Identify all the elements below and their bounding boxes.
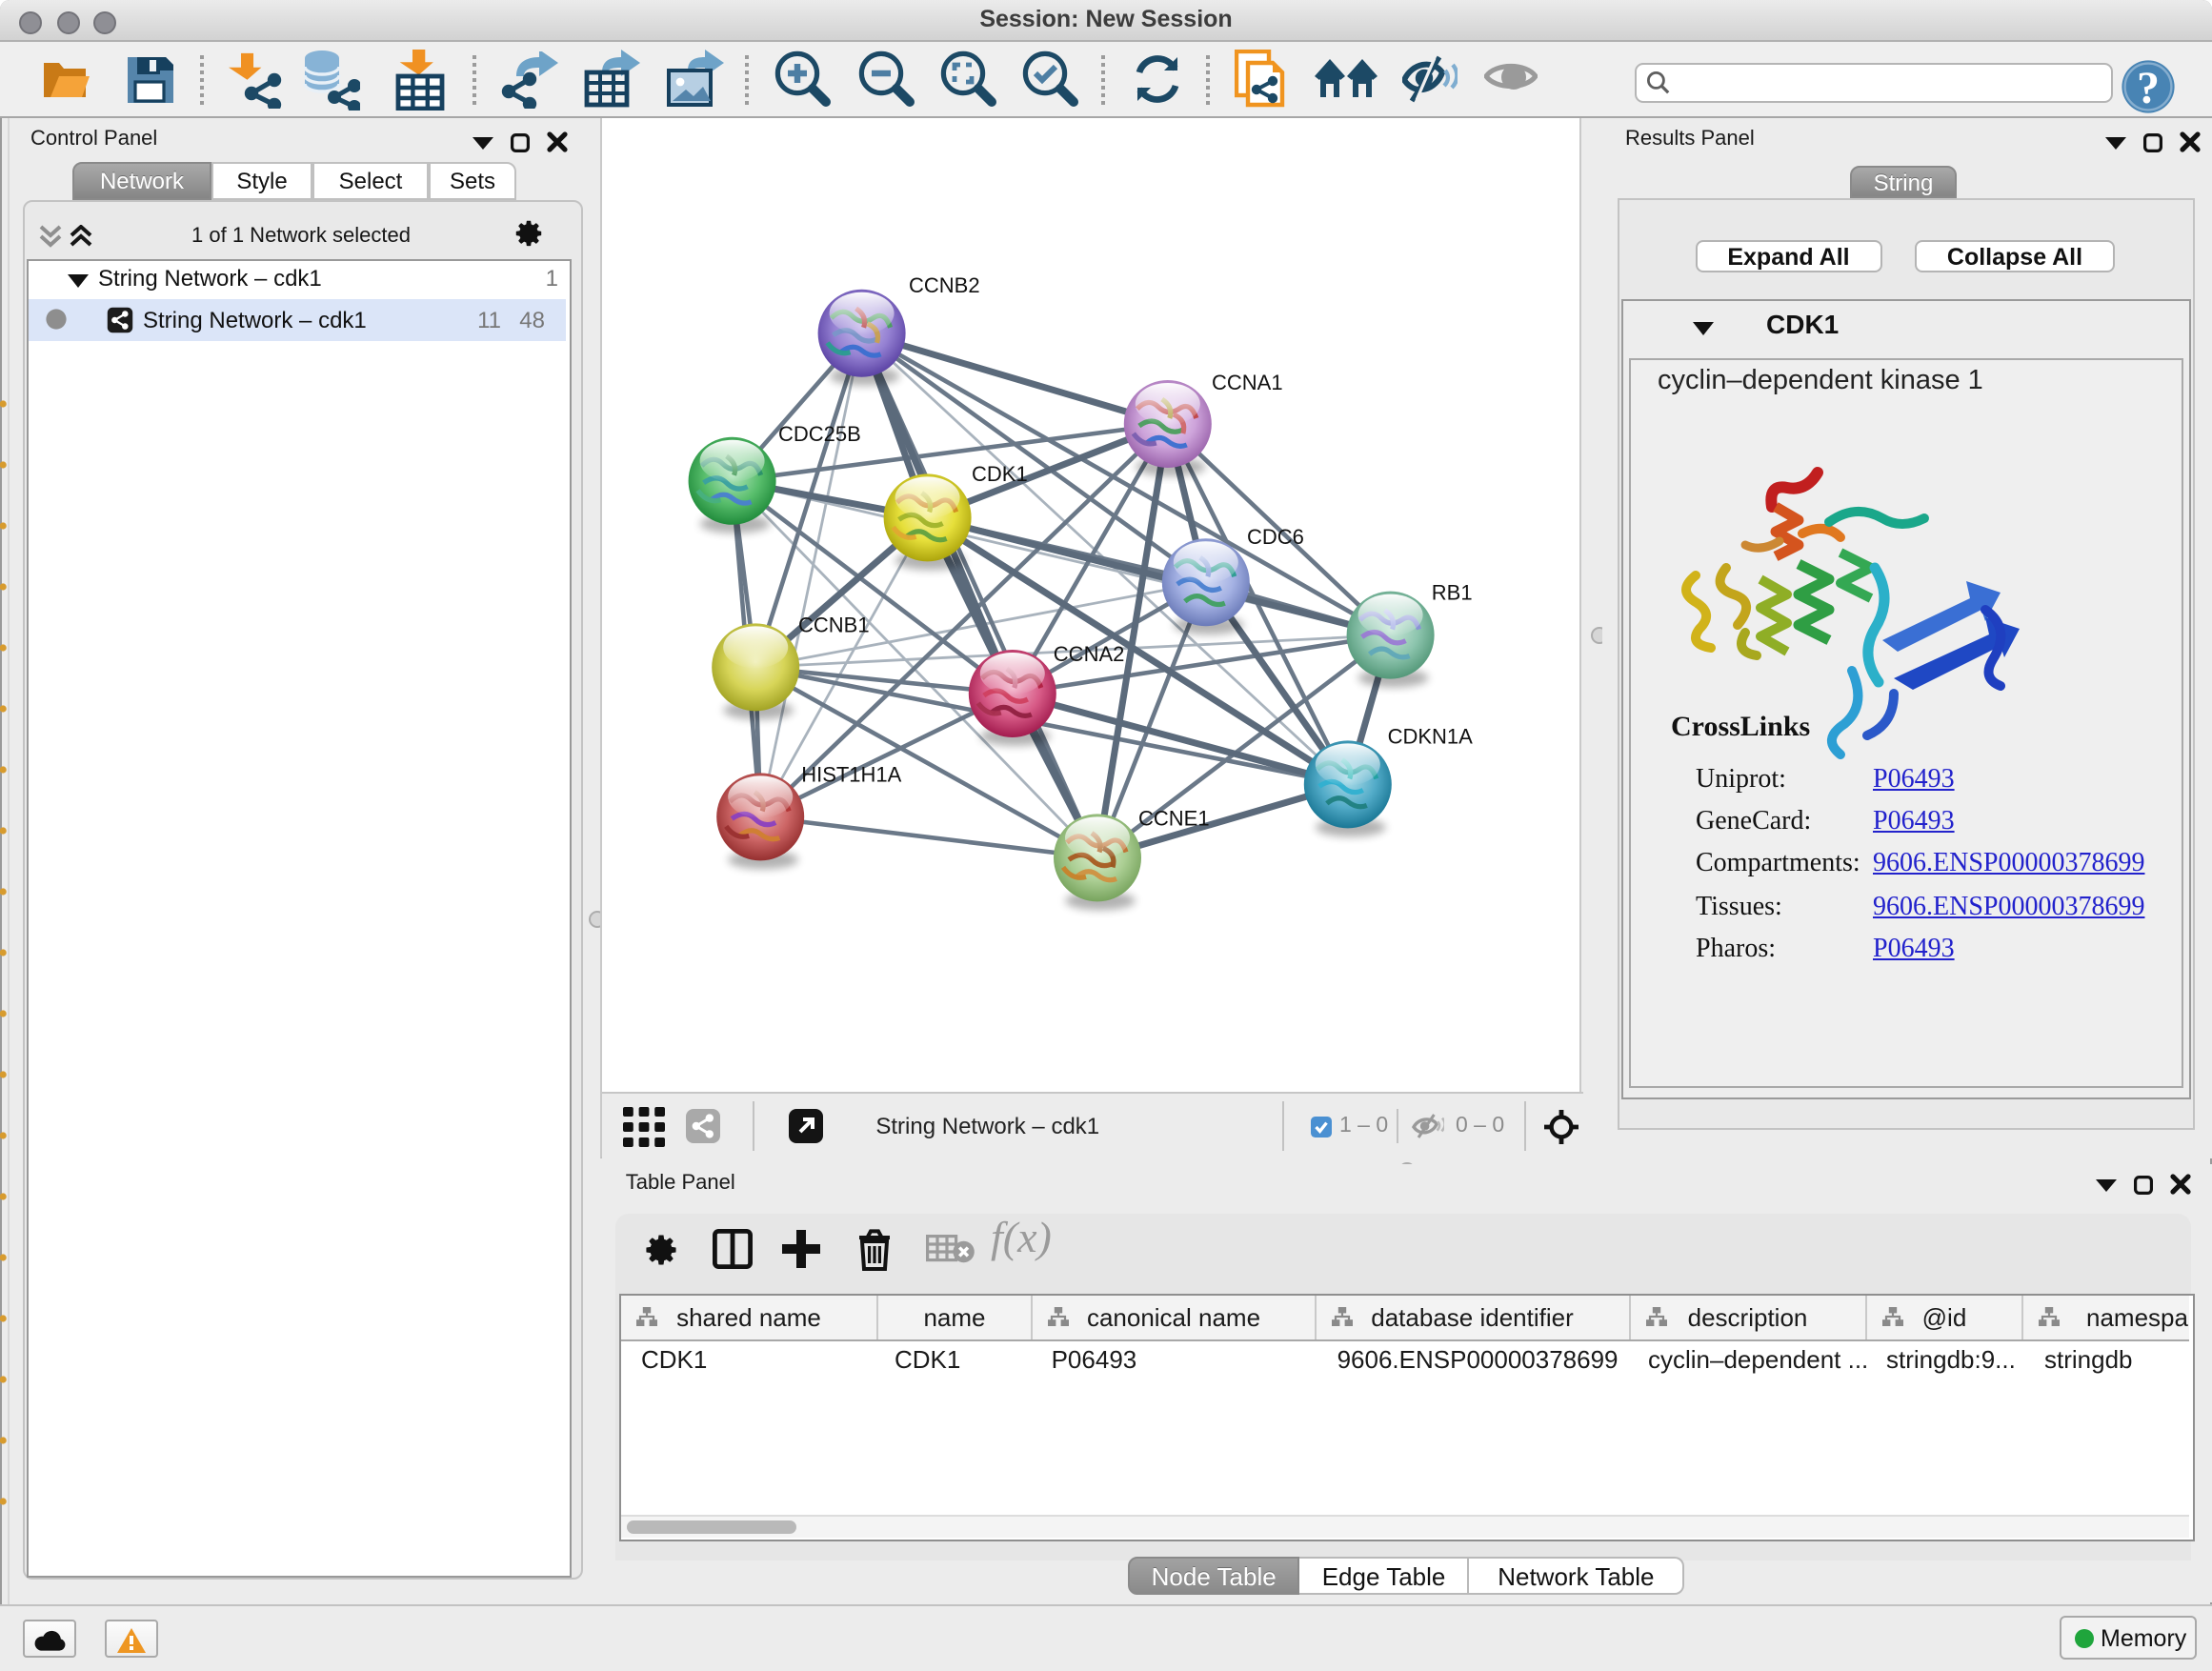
svg-text:?: ? bbox=[2137, 63, 2160, 113]
svg-text:CDC6: CDC6 bbox=[1247, 525, 1304, 549]
svg-text:HIST1H1A: HIST1H1A bbox=[801, 762, 901, 786]
svg-text:CCNA2: CCNA2 bbox=[1054, 642, 1125, 666]
svg-text:CCNE1: CCNE1 bbox=[1138, 807, 1210, 831]
svg-text:RB1: RB1 bbox=[1432, 581, 1473, 605]
svg-text:CDK1: CDK1 bbox=[972, 462, 1028, 486]
svg-text:CCNB1: CCNB1 bbox=[798, 613, 870, 636]
svg-text:CCNB2: CCNB2 bbox=[909, 273, 980, 297]
svg-text:CCNA1: CCNA1 bbox=[1212, 371, 1283, 394]
svg-text:CDKN1A: CDKN1A bbox=[1388, 724, 1474, 748]
svg-text:CDC25B: CDC25B bbox=[778, 422, 861, 446]
